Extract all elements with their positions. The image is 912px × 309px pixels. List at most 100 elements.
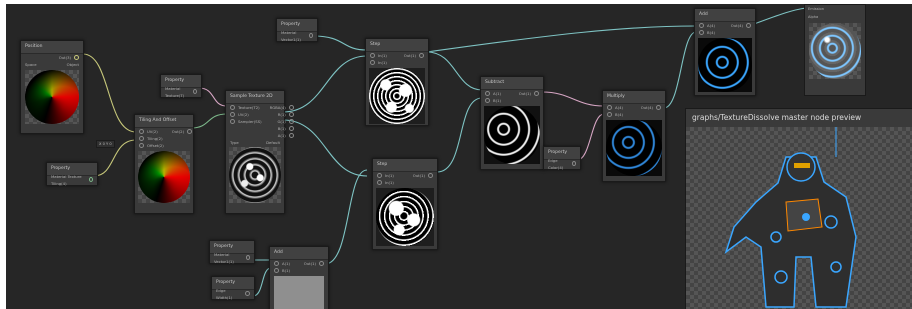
preview-area bbox=[698, 38, 752, 92]
port-dot-icon bbox=[192, 89, 197, 94]
node-title: Add bbox=[270, 247, 328, 260]
input-port-b[interactable]: In(1) bbox=[373, 179, 405, 186]
property-texture-node[interactable]: Property Material Texture(T) bbox=[160, 74, 202, 98]
property-vector-top-node[interactable]: Property Material Vector1(1) bbox=[276, 18, 318, 42]
port-dot-icon bbox=[377, 173, 382, 178]
input-port-b[interactable]: B(4) bbox=[603, 111, 634, 118]
input-port-tiling[interactable]: Tiling(2) bbox=[135, 135, 168, 142]
output-port-a[interactable]: A(1) bbox=[266, 132, 298, 139]
input-port-b[interactable]: B(1) bbox=[481, 97, 512, 104]
property-edge-width-node[interactable]: Property Edge Width(1) bbox=[211, 276, 255, 300]
alpha-row[interactable]: Alpha bbox=[805, 13, 865, 21]
output-port[interactable]: Material Vector1(1) bbox=[277, 30, 317, 42]
tiling-and-offset-node[interactable]: Tiling And Offset UV(2) Tiling(2) Offset… bbox=[134, 114, 194, 214]
port-dot-icon bbox=[485, 98, 490, 103]
step-preview-sphere bbox=[376, 188, 434, 246]
property-vector-mid-node[interactable]: Property Material Vector1(1) bbox=[209, 240, 255, 264]
shader-graph-canvas[interactable]: Position Out(3) Space Object Property Mat… bbox=[6, 4, 912, 309]
output-port[interactable]: Out(1) bbox=[405, 172, 437, 179]
output-port[interactable]: Out(2) bbox=[168, 128, 196, 135]
input-port-uv[interactable]: UV(2) bbox=[226, 111, 266, 118]
input-port-a[interactable]: In(1) bbox=[366, 52, 397, 59]
port-dot-icon bbox=[746, 23, 751, 28]
property-tiling-node[interactable]: Property Material Texture Tiling(4) bbox=[46, 162, 98, 186]
output-port[interactable]: Edge Color(4) bbox=[544, 158, 580, 170]
output-port[interactable]: Out(4) bbox=[725, 22, 755, 29]
add-top-node[interactable]: Add A(4) B(4) Out(4) bbox=[694, 8, 756, 96]
port-dot-icon bbox=[187, 129, 193, 134]
output-port[interactable]: Material Texture Tiling(4) bbox=[47, 174, 97, 186]
multiply-node[interactable]: Multiply A(4) B(4) Out(4) bbox=[602, 90, 666, 182]
output-port[interactable]: Out(4) bbox=[634, 104, 665, 111]
emission-row[interactable]: Emission bbox=[805, 5, 865, 13]
wire-step-bottom-to-subtract bbox=[436, 97, 483, 173]
port-dot-icon bbox=[485, 91, 490, 96]
output-port[interactable]: Material Vector1(1) bbox=[210, 252, 254, 264]
master-preview-viewport[interactable] bbox=[686, 127, 912, 309]
port-dot-icon bbox=[319, 261, 324, 266]
port-dot-icon bbox=[428, 173, 433, 178]
output-port-b[interactable]: B(1) bbox=[266, 125, 298, 132]
input-port-b[interactable]: In(1) bbox=[366, 59, 397, 66]
output-port[interactable]: Out(3) bbox=[21, 54, 83, 61]
port-dot-icon bbox=[534, 91, 539, 96]
input-port-uv[interactable]: UV(2) bbox=[135, 128, 168, 135]
master-node-partial[interactable]: Emission Alpha bbox=[804, 4, 866, 96]
output-port[interactable]: Out(1) bbox=[512, 90, 543, 97]
position-node[interactable]: Position Out(3) Space Object bbox=[20, 40, 84, 134]
wire-add-to-master bbox=[753, 7, 807, 25]
space-dropdown[interactable]: Space Object bbox=[21, 61, 83, 68]
character-preview-icon bbox=[724, 127, 857, 308]
position-preview-sphere bbox=[25, 70, 79, 124]
output-port-r[interactable]: R(1) bbox=[266, 111, 298, 118]
input-port-a[interactable]: A(4) bbox=[695, 22, 725, 29]
input-port-a[interactable]: A(1) bbox=[481, 90, 512, 97]
port-dot-icon bbox=[377, 180, 382, 185]
wire-prop-top-to-step bbox=[312, 35, 368, 51]
node-title: Multiply bbox=[603, 91, 665, 104]
preview-area bbox=[25, 70, 79, 124]
add-preview bbox=[274, 276, 324, 309]
input-port-b[interactable]: B(1) bbox=[270, 267, 299, 274]
step-preview-sphere bbox=[369, 68, 425, 124]
input-port-texture[interactable]: Texture(T2) bbox=[226, 104, 266, 111]
node-title: Step bbox=[373, 159, 437, 172]
step-top-node[interactable]: Step In(1) In(1) Out(1) bbox=[365, 38, 429, 126]
offset-vector-field[interactable]: X 0 Y 0 bbox=[96, 140, 115, 148]
output-port[interactable]: Out(1) bbox=[397, 52, 428, 59]
wire-position-to-tiling bbox=[82, 53, 137, 133]
port-dot-icon bbox=[370, 60, 375, 65]
port-dot-icon bbox=[607, 105, 612, 110]
input-port-offset[interactable]: Offset(2) bbox=[135, 142, 168, 149]
property-edge-color-node[interactable]: Property Edge Color(4) bbox=[543, 146, 581, 170]
sample-texture-2d-node[interactable]: Sample Texture 2D Texture(T2) UV(2) Samp… bbox=[225, 90, 294, 214]
port-dot-icon bbox=[656, 105, 661, 110]
multiply-preview-sphere bbox=[606, 120, 662, 176]
input-port-a[interactable]: A(4) bbox=[603, 104, 634, 111]
input-port-b[interactable]: B(4) bbox=[695, 29, 725, 36]
port-dot-icon bbox=[308, 33, 313, 38]
subtract-node[interactable]: Subtract A(1) B(1) Out(1) bbox=[480, 76, 544, 170]
wire-tiling-to-sample bbox=[190, 113, 228, 129]
input-port-sampler[interactable]: Sampler(SS) bbox=[226, 118, 266, 125]
output-port-g[interactable]: G(1) bbox=[266, 118, 298, 125]
master-preview-panel[interactable]: graphs/TextureDissolve master node previ… bbox=[685, 108, 912, 309]
output-port[interactable]: Material Texture(T) bbox=[161, 86, 201, 98]
port-dot-icon bbox=[139, 129, 144, 134]
input-port-a[interactable]: A(1) bbox=[270, 260, 299, 267]
port-dot-icon bbox=[88, 177, 93, 182]
add-node[interactable]: Add A(1) B(1) Out(1) bbox=[269, 246, 329, 309]
type-dropdown[interactable]: Type Default bbox=[226, 139, 284, 146]
port-dot-icon bbox=[699, 30, 704, 35]
output-port[interactable]: Edge Width(1) bbox=[212, 288, 254, 300]
master-preview-title: graphs/TextureDissolve master node previ… bbox=[686, 109, 912, 127]
voronoi-preview-sphere bbox=[229, 147, 281, 203]
output-port[interactable]: Out(1) bbox=[299, 260, 328, 267]
output-port-rgba[interactable]: RGBA(4) bbox=[266, 104, 298, 111]
input-port-a[interactable]: In(1) bbox=[373, 172, 405, 179]
port-dot-icon bbox=[607, 112, 612, 117]
preview-area bbox=[369, 68, 425, 124]
port-dot-icon bbox=[139, 136, 144, 141]
master-preview-sphere bbox=[809, 23, 861, 79]
step-bottom-node[interactable]: Step In(1) In(1) Out(1) bbox=[372, 158, 438, 250]
